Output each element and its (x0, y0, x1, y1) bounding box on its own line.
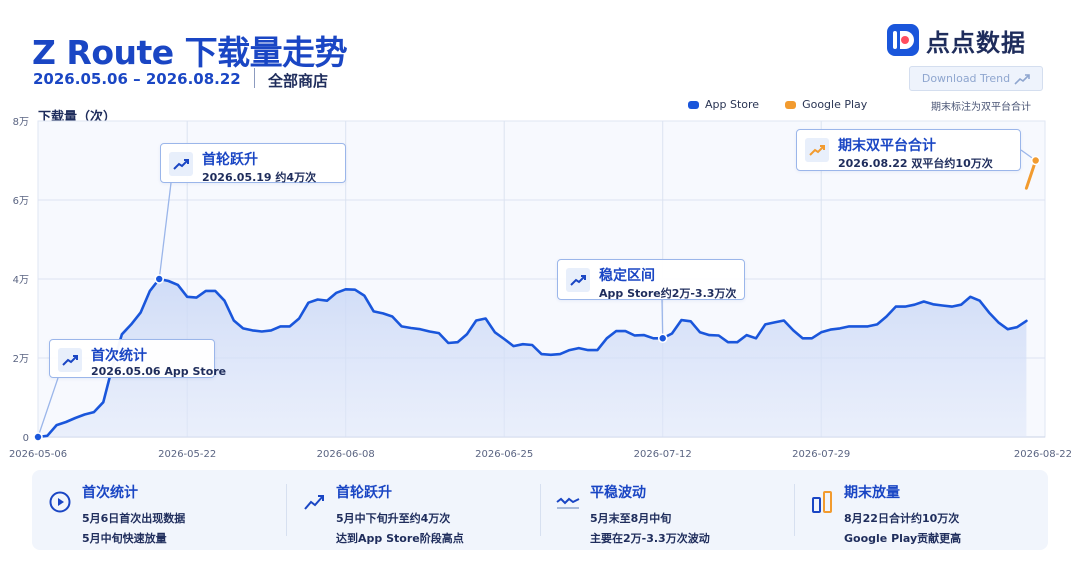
summary-line: 5月中旬快速放量 (82, 532, 167, 545)
summary-line: 主要在2万-3.3万次波动 (590, 532, 710, 545)
annotation-first-count: 首次统计 2026.05.06 App Store (49, 339, 226, 378)
trend-up-icon (58, 348, 82, 372)
y-tick-label: 4万 (13, 275, 29, 286)
x-tick-label: 2026-07-12 (634, 449, 692, 460)
annotation-first-jump: 首轮跃升 2026.05.19 约4万次 (160, 143, 346, 184)
annotation-point (154, 274, 165, 284)
page-title: Z Route 下载量走势 (32, 33, 348, 72)
x-tick-label: 2026-05-22 (158, 449, 216, 460)
summary-line: 8月22日合计约10万次 (844, 512, 960, 525)
header-divider (254, 68, 255, 88)
brand-name: 点点数据 (926, 28, 1026, 57)
brand-logo: 点点数据 (886, 22, 1026, 58)
store-filter[interactable]: 全部商店 (268, 70, 328, 91)
annotation-stable-range: 稳定区间 App Store约2万-3.3万次 (557, 259, 745, 300)
x-tick-label: 2026-06-25 (475, 449, 533, 460)
annotation-subtitle: 2026.05.19 约4万次 (202, 171, 317, 184)
annotation-subtitle: App Store约2万-3.3万次 (599, 287, 737, 300)
trend-arrow-icon (1014, 73, 1030, 85)
x-tick-label: 2026-06-08 (317, 449, 375, 460)
y-tick-label: 6万 (13, 196, 29, 207)
summary-card-first-count: 首次统计 5月6日首次出现数据 5月中旬快速放量 (32, 470, 286, 550)
x-tick-label: 2026-05-06 (9, 449, 67, 460)
download-trend-button[interactable]: Download Trend (909, 66, 1043, 91)
summary-card-stable: 平稳波动 5月末至8月中旬 主要在2万-3.3万次波动 (540, 470, 794, 550)
y-tick-label: 8万 (13, 117, 29, 128)
annotation-title: 稳定区间 (599, 268, 655, 284)
annotation-title: 首次统计 (91, 348, 147, 364)
annotation-point (657, 333, 668, 344)
annotation-title: 期末双平台合计 (838, 138, 936, 154)
annotation-period-total: 期末双平台合计 2026.08.22 双平台约10万次 (796, 129, 1021, 171)
summary-panel: 首次统计 5月6日首次出现数据 5月中旬快速放量 首轮跃升 5月中下旬升至约4万… (32, 470, 1048, 550)
summary-title: 平稳波动 (590, 485, 646, 501)
annotation-title: 首轮跃升 (202, 152, 258, 168)
summary-card-period-end: 期末放量 8月22日合计约10万次 Google Play贡献更高 (794, 470, 1048, 550)
annotation-subtitle: 2026.05.06 App Store (91, 365, 227, 378)
annotation-connector (661, 299, 664, 339)
play-circle-icon (49, 491, 71, 513)
brand-mark-icon (887, 24, 919, 56)
bars-icon (812, 491, 832, 513)
summary-card-first-jump: 首轮跃升 5月中下旬升至约4万次 达到App Store阶段高点 (286, 470, 540, 550)
summary-line: 达到App Store阶段高点 (336, 532, 464, 545)
summary-line: 5月中下旬升至约4万次 (336, 512, 451, 525)
download-trend-label: Download Trend (921, 72, 1011, 85)
annotation-subtitle: 2026.08.22 双平台约10万次 (838, 157, 993, 170)
summary-title: 首次统计 (82, 485, 138, 501)
trend-up-orange-icon (805, 138, 829, 162)
summary-title: 期末放量 (844, 485, 900, 501)
annotation-point (33, 432, 43, 442)
summary-line: Google Play贡献更高 (844, 532, 962, 545)
annotation-point (1030, 155, 1041, 166)
y-tick-label: 0 (23, 433, 29, 444)
summary-title: 首轮跃升 (336, 485, 392, 501)
x-tick-label: 2026-07-29 (792, 449, 850, 460)
summary-line: 5月末至8月中旬 (590, 512, 672, 525)
y-tick-label: 2万 (13, 354, 29, 365)
x-tick-label: 2026-08-22 (1014, 449, 1072, 460)
summary-line: 5月6日首次出现数据 (82, 512, 186, 525)
date-range: 2026.05.06 – 2026.08.22 (33, 70, 241, 88)
trend-up-icon (566, 268, 590, 292)
trend-up-icon (169, 152, 193, 176)
trend-up-icon (304, 495, 324, 510)
wave-icon (556, 497, 580, 509)
